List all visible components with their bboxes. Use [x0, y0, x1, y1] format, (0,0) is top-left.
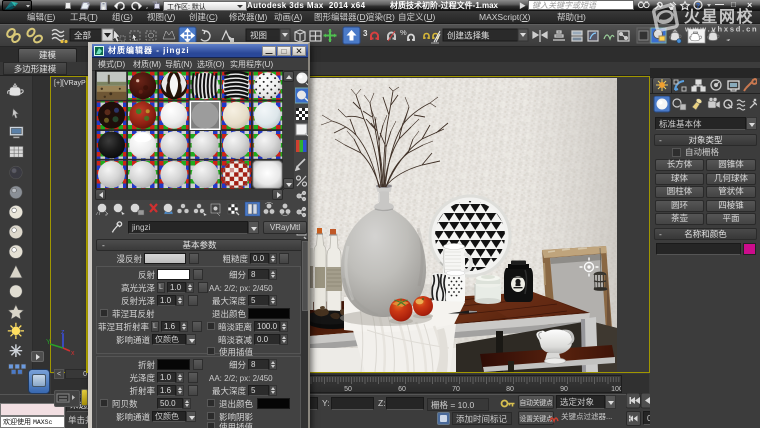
- svg-text:60: 60: [398, 386, 406, 392]
- svg-text:80: 80: [506, 386, 514, 392]
- svg-text:50: 50: [344, 386, 352, 392]
- svg-text:?: ?: [696, 1, 700, 11]
- svg-text:创建选择集: 创建选择集: [447, 30, 490, 42]
- svg-text:70: 70: [452, 386, 460, 392]
- svg-text:Y: Y: [46, 337, 51, 347]
- svg-text:z: z: [61, 328, 65, 337]
- svg-text:%: %: [400, 27, 407, 38]
- svg-text:100: 100: [611, 386, 621, 392]
- svg-text:3: 3: [363, 28, 368, 39]
- svg-text:90: 90: [560, 386, 568, 392]
- svg-text:全部: 全部: [74, 30, 92, 42]
- svg-text:x: x: [71, 348, 75, 358]
- svg-text:视图: 视图: [250, 30, 267, 42]
